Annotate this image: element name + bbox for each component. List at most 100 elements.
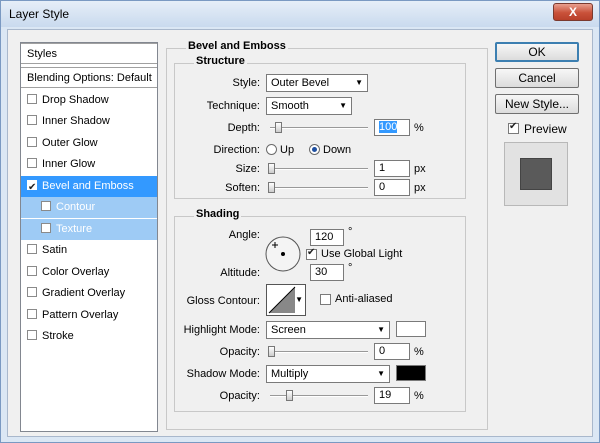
style-value: Outer Bevel (271, 77, 330, 89)
list-item-stroke[interactable]: Stroke (21, 326, 157, 347)
altitude-input[interactable]: 30 (310, 264, 344, 281)
list-item-outer-glow[interactable]: Outer Glow (21, 133, 157, 154)
list-item-drop-shadow[interactable]: Drop Shadow (21, 90, 157, 111)
slider-thumb[interactable] (275, 122, 282, 133)
outer-glow-checkbox[interactable] (27, 137, 37, 148)
technique-value: Smooth (271, 100, 309, 112)
blending-options-item[interactable]: Blending Options: Default (21, 67, 157, 88)
ok-button[interactable]: OK (495, 42, 579, 62)
styles-list: Styles Blending Options: Default Drop Sh… (20, 42, 158, 432)
shadow-opacity-slider[interactable] (270, 390, 368, 401)
size-slider[interactable] (268, 163, 368, 174)
gradient-overlay-checkbox[interactable] (27, 287, 37, 298)
preview-checkbox[interactable] (508, 121, 519, 134)
list-item-contour[interactable]: Contour (21, 197, 157, 218)
highlight-opacity-unit: % (414, 346, 424, 358)
list-item-bevel-and-emboss[interactable]: Bevel and Emboss (21, 176, 157, 198)
angle-unit: ° (348, 226, 353, 238)
technique-label: Technique: (206, 100, 260, 112)
title-bar[interactable]: Layer Style X (1, 1, 599, 27)
preview-label: Preview (524, 122, 567, 136)
slider-thumb[interactable] (286, 390, 293, 401)
angle-dial[interactable] (264, 235, 302, 273)
angle-input[interactable]: 120 (310, 229, 344, 246)
chevron-down-icon: ▼ (377, 325, 385, 334)
structure-title: Structure (194, 55, 247, 67)
texture-checkbox[interactable] (41, 223, 51, 234)
altitude-value: 30 (315, 266, 328, 278)
list-item-label: Satin (42, 244, 68, 256)
depth-input[interactable]: 100 (374, 119, 410, 136)
close-button[interactable]: X (553, 3, 593, 21)
highlight-mode-dropdown[interactable]: Screen ▼ (266, 321, 390, 339)
preview-swatch (520, 158, 552, 190)
list-item-label: Color Overlay (42, 266, 110, 278)
slider-thumb[interactable] (268, 182, 275, 193)
color-overlay-checkbox[interactable] (27, 266, 37, 277)
contour-checkbox[interactable] (41, 201, 51, 212)
drop-shadow-checkbox[interactable] (27, 94, 37, 105)
shading-title: Shading (194, 208, 242, 220)
list-item-pattern-overlay[interactable]: Pattern Overlay (21, 305, 157, 326)
highlight-mode-label: Highlight Mode: (183, 324, 260, 336)
list-item-label: Gradient Overlay (42, 287, 126, 299)
technique-dropdown[interactable]: Smooth ▼ (266, 97, 352, 115)
shadow-mode-dropdown[interactable]: Multiply ▼ (266, 365, 390, 383)
down-label: Down (323, 144, 352, 156)
list-item-color-overlay[interactable]: Color Overlay (21, 262, 157, 283)
inner-glow-checkbox[interactable] (27, 158, 37, 169)
layer-style-dialog: Layer Style X Styles Blending Options: D… (0, 0, 600, 443)
shadow-color-swatch[interactable] (396, 365, 426, 381)
highlight-color-swatch[interactable] (396, 321, 426, 337)
soften-input[interactable]: 0 (374, 179, 410, 196)
list-item-inner-glow[interactable]: Inner Glow (21, 154, 157, 175)
shadow-opacity-label: Opacity: (219, 390, 260, 402)
stroke-checkbox[interactable] (27, 330, 37, 341)
new-style-button[interactable]: New Style... (495, 94, 579, 114)
slider-thumb[interactable] (268, 346, 275, 357)
use-global-light-checkbox[interactable] (306, 247, 317, 260)
preview-panel (504, 142, 568, 206)
list-item-inner-shadow[interactable]: Inner Shadow (21, 111, 157, 132)
depth-value: 100 (379, 121, 398, 133)
style-dropdown[interactable]: Outer Bevel ▼ (266, 74, 368, 92)
styles-header[interactable]: Styles (21, 43, 157, 64)
depth-unit: % (414, 122, 424, 134)
size-unit: px (414, 163, 426, 175)
bevel-emboss-title: Bevel and Emboss (186, 40, 288, 52)
angle-value: 120 (315, 231, 334, 243)
size-value: 1 (379, 162, 386, 174)
highlight-opacity-slider[interactable] (268, 346, 368, 357)
size-label: Size: (235, 163, 260, 175)
highlight-opacity-input[interactable]: 0 (374, 343, 410, 360)
anti-aliased-checkbox[interactable] (320, 294, 331, 305)
shadow-opacity-value: 19 (379, 389, 392, 401)
satin-checkbox[interactable] (27, 244, 37, 255)
size-input[interactable]: 1 (374, 160, 410, 177)
shadow-opacity-input[interactable]: 19 (374, 387, 410, 404)
gloss-contour-picker[interactable]: ▼ (266, 284, 306, 316)
styles-header-label: Styles (27, 48, 57, 60)
altitude-unit: ° (348, 262, 353, 274)
list-item-satin[interactable]: Satin (21, 240, 157, 261)
slider-thumb[interactable] (268, 163, 275, 174)
depth-slider[interactable] (270, 122, 368, 133)
shadow-mode-value: Multiply (271, 368, 309, 380)
inner-shadow-checkbox[interactable] (27, 115, 37, 126)
cancel-button[interactable]: Cancel (495, 68, 579, 88)
bevel-emboss-checkbox[interactable] (27, 177, 37, 198)
direction-up-radio[interactable] (266, 144, 277, 155)
highlight-opacity-value: 0 (379, 345, 386, 357)
soften-slider[interactable] (268, 182, 368, 193)
list-item-label: Bevel and Emboss (42, 180, 134, 192)
list-item-label: Outer Glow (42, 137, 98, 149)
direction-down-radio[interactable] (309, 144, 320, 155)
list-item-texture[interactable]: Texture (21, 219, 157, 240)
list-item-label: Stroke (42, 330, 74, 342)
list-item-gradient-overlay[interactable]: Gradient Overlay (21, 283, 157, 304)
window-title: Layer Style (9, 7, 70, 21)
chevron-down-icon: ▼ (377, 369, 385, 378)
soften-unit: px (414, 182, 426, 194)
pattern-overlay-checkbox[interactable] (27, 309, 37, 320)
shadow-mode-label: Shadow Mode: (186, 368, 260, 380)
